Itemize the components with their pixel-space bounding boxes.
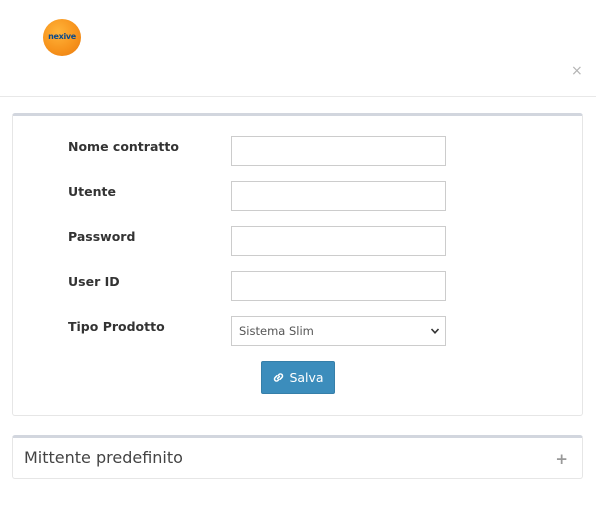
link-icon	[274, 373, 284, 382]
plus-icon[interactable]: +	[555, 450, 568, 468]
password-input[interactable]	[231, 226, 446, 256]
nexive-logo: nexive	[43, 19, 81, 56]
chevron-down-icon	[430, 328, 440, 334]
modal-header: nexive ×	[0, 0, 596, 97]
close-icon[interactable]: ×	[571, 63, 583, 79]
tipo-prodotto-select[interactable]: Sistema Slim	[231, 316, 446, 346]
utente-label: Utente	[68, 184, 116, 199]
user-id-input[interactable]	[231, 271, 446, 301]
tipo-prodotto-selected: Sistema Slim	[239, 324, 314, 338]
password-label: Password	[68, 229, 136, 244]
logo-text: nexive	[48, 32, 76, 41]
save-button[interactable]: Salva	[261, 361, 335, 394]
utente-input[interactable]	[231, 181, 446, 211]
tipo-prodotto-label: Tipo Prodotto	[68, 319, 165, 334]
nome-contratto-input[interactable]	[231, 136, 446, 166]
nome-contratto-label: Nome contratto	[68, 139, 179, 154]
mittente-title: Mittente predefinito	[24, 448, 183, 467]
user-id-label: User ID	[68, 274, 120, 289]
save-button-label: Salva	[289, 370, 324, 385]
mittente-box[interactable]: Mittente predefinito +	[12, 435, 583, 479]
